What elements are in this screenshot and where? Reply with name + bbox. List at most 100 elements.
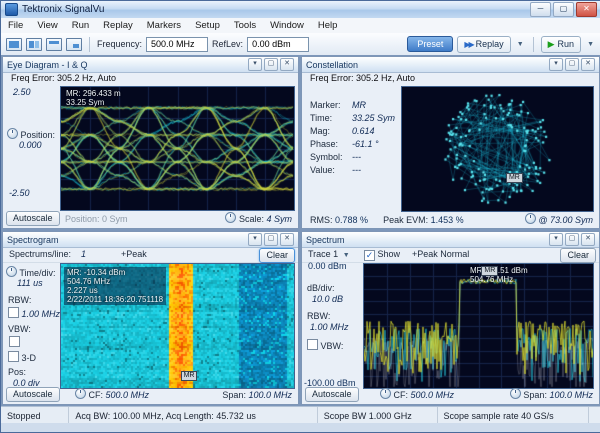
spectrogram-3d-checkbox[interactable]	[8, 351, 19, 362]
spectrum-plot[interactable]: MR: -11.51 dBm 504.76 MHz MR	[363, 263, 594, 389]
constellation-evm-value: 1.453 %	[431, 215, 464, 225]
constellation-panel-close-button[interactable]: ✕	[581, 58, 595, 71]
spectrum-span-knob-icon[interactable]	[510, 388, 521, 399]
constellation-at-sym[interactable]: @ 73.00 Sym	[538, 215, 593, 225]
display-layout-icon-3[interactable]	[46, 38, 62, 51]
spectrum-vbw-checkbox[interactable]	[307, 339, 318, 350]
eye-panel-maximize-button[interactable]: ▢	[264, 58, 278, 71]
spectrum-cf-knob-icon[interactable]	[380, 388, 391, 399]
spectrum-cf-value[interactable]: 500.0 MHz	[411, 390, 455, 400]
run-dropdown-arrow[interactable]: ▼	[585, 41, 596, 48]
toolbar-separator-2	[533, 37, 534, 52]
replay-icon: ▶▶	[464, 40, 472, 49]
spectrum-rbw-value[interactable]: 1.00 MHz	[310, 322, 349, 332]
spectrum-trace-select[interactable]: Trace 1 ▼	[308, 249, 352, 259]
status-sample-rate: Scope sample rate 40 GS/s	[438, 407, 589, 424]
replay-button[interactable]: ▶▶ Replay	[457, 36, 510, 53]
menu-help[interactable]: Help	[311, 20, 345, 31]
spectrum-dbdiv-value[interactable]: 10.0 dB	[312, 294, 343, 304]
spectrogram-rbw-value[interactable]: 1.00 MHz	[22, 309, 61, 319]
maximize-button[interactable]: ▢	[553, 2, 574, 17]
readout-label: Phase:	[310, 139, 352, 149]
constellation-readout-row: Marker:MR	[310, 100, 395, 113]
menu-view[interactable]: View	[30, 20, 64, 31]
spectrum-detector[interactable]: +Peak Normal	[412, 249, 469, 259]
menu-file[interactable]: File	[1, 20, 30, 31]
constellation-sym-knob-icon[interactable]	[525, 213, 536, 224]
constellation-readout-row: Value:---	[310, 165, 395, 178]
spectrogram-panel-close-button[interactable]: ✕	[280, 233, 294, 246]
constellation-panel-menu-button[interactable]: ▾	[549, 58, 563, 71]
app-window: Tektronix SignalVu ─ ▢ ✕ FileViewRunRepl…	[0, 0, 600, 433]
eye-autoscale-button[interactable]: Autoscale	[6, 211, 60, 226]
spectrum-show-checkbox[interactable]: ✓	[364, 250, 375, 261]
titlebar[interactable]: Tektronix SignalVu ─ ▢ ✕	[1, 1, 600, 19]
preset-button[interactable]: Preset	[407, 36, 453, 52]
menu-tools[interactable]: Tools	[227, 20, 263, 31]
reflev-input[interactable]: 0.00 dBm	[247, 37, 309, 52]
spectrogram-panel-menu-button[interactable]: ▾	[248, 233, 262, 246]
spectrum-marker-readout-line1: MR: -11.51 dBm	[470, 266, 528, 275]
spectrum-span-label: Span:	[523, 390, 547, 400]
spectrogram-vbw-checkbox[interactable]	[9, 336, 20, 347]
minimize-button[interactable]: ─	[530, 2, 551, 17]
spectrogram-marker-readout-line4: 2/22/2011 18:36:20.751118	[67, 295, 163, 304]
spectrogram-autoscale-button[interactable]: Autoscale	[6, 387, 60, 402]
spectrogram-cf-label: CF:	[89, 390, 104, 400]
frequency-input[interactable]: 500.0 MHz	[146, 37, 208, 52]
spectrum-panel-titlebar[interactable]: Spectrum ▾ ▢ ✕	[302, 232, 599, 248]
eye-panel-menu-button[interactable]: ▾	[248, 58, 262, 71]
spectrogram-panel-titlebar[interactable]: Spectrogram ▾ ▢ ✕	[3, 232, 298, 248]
spectrum-autoscale-button[interactable]: Autoscale	[305, 387, 359, 402]
eye-position-value[interactable]: 0.000	[19, 140, 55, 150]
spectrogram-plot[interactable]: MR: -10.34 dBm 504.76 MHz 2.227 us 2/22/…	[60, 263, 295, 389]
eye-scale-value[interactable]: 4 Sym	[266, 214, 292, 224]
menu-setup[interactable]: Setup	[188, 20, 227, 31]
spectrogram-vbw-label: VBW:	[8, 324, 31, 334]
readout-label: Symbol:	[310, 152, 352, 162]
spectrogram-cf-value[interactable]: 500.0 MHz	[106, 390, 150, 400]
spectrogram-panel-maximize-button[interactable]: ▢	[264, 233, 278, 246]
constellation-panel-maximize-button[interactable]: ▢	[565, 58, 579, 71]
close-button[interactable]: ✕	[576, 2, 597, 17]
spectrogram-timediv-value[interactable]: 111 us	[17, 278, 43, 288]
spectrum-panel-menu-button[interactable]: ▾	[549, 233, 563, 246]
spectrogram-rbw-checkbox[interactable]	[8, 307, 19, 318]
readout-label: Mag:	[310, 126, 352, 136]
spectrum-clear-button[interactable]: Clear	[560, 248, 596, 263]
spectrogram-spectrums-value[interactable]: 1	[81, 249, 86, 259]
eye-panel-titlebar[interactable]: Eye Diagram - I & Q ▾ ▢ ✕	[3, 57, 298, 73]
spectrum-marker-mr[interactable]: MR	[481, 266, 498, 276]
eye-position-knob-icon[interactable]	[7, 128, 18, 139]
spectrogram-pos-label: Pos:	[8, 367, 26, 377]
spectrum-trace-dropdown-arrow[interactable]: ▼	[341, 252, 352, 259]
replay-dropdown-arrow[interactable]: ▼	[515, 41, 526, 48]
spectrogram-clear-button[interactable]: Clear	[259, 248, 295, 263]
spectrum-panel-maximize-button[interactable]: ▢	[565, 233, 579, 246]
menu-replay[interactable]: Replay	[96, 20, 140, 31]
spectrum-panel-close-button[interactable]: ✕	[581, 233, 595, 246]
spectrogram-detector[interactable]: +Peak	[121, 249, 147, 259]
eye-freq-error: Freq Error: 305.2 Hz, Auto	[11, 73, 116, 83]
menu-run[interactable]: Run	[65, 20, 96, 31]
eye-panel-close-button[interactable]: ✕	[280, 58, 294, 71]
spectrum-span-value[interactable]: 100.0 MHz	[549, 390, 593, 400]
spectrogram-timediv-knob-icon[interactable]	[6, 266, 17, 277]
eye-scale-knob-icon[interactable]	[225, 212, 236, 223]
constellation-marker-mr[interactable]: MR	[506, 173, 523, 183]
run-button[interactable]: ▶ Run	[541, 36, 581, 53]
spectrogram-span-value[interactable]: 100.0 MHz	[248, 390, 292, 400]
display-layout-icon-1[interactable]	[6, 38, 22, 51]
spectrogram-span-label: Span:	[222, 390, 246, 400]
constellation-panel-titlebar[interactable]: Constellation ▾ ▢ ✕	[302, 57, 599, 73]
display-layout-icon-2[interactable]	[26, 38, 42, 51]
spectrum-vbw-label: VBW:	[321, 341, 344, 351]
display-layout-icon-4[interactable]	[66, 38, 82, 51]
menubar: FileViewRunReplayMarkersSetupToolsWindow…	[1, 18, 600, 34]
menu-window[interactable]: Window	[263, 20, 311, 31]
constellation-plot[interactable]: MR	[401, 86, 594, 212]
eye-plot[interactable]: MR: 296.433 m 33.25 Sym	[60, 86, 295, 211]
spectrogram-cf-knob-icon[interactable]	[75, 388, 86, 399]
menu-markers[interactable]: Markers	[140, 20, 188, 31]
spectrogram-marker-mr[interactable]: MR	[181, 371, 198, 381]
